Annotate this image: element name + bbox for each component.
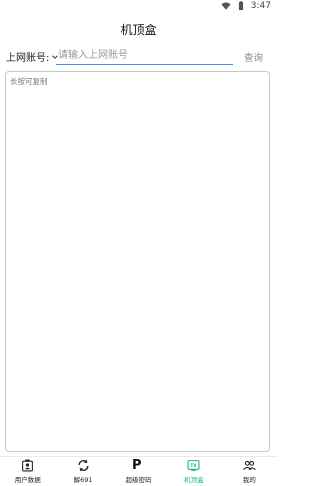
bottom-nav: 用户数据 解691 P 超级密码 TV 机顶盒 我的 [0, 456, 277, 486]
page-title: 机顶盒 [120, 22, 157, 37]
nav-label: 我的 [242, 476, 256, 484]
status-icons: 3:47 [221, 1, 271, 11]
nav-label: 机顶盒 [184, 476, 204, 484]
app-header: 机顶盒 [0, 14, 277, 44]
nav-label: 用户数据 [14, 476, 41, 484]
svg-text:TV: TV [191, 463, 198, 469]
status-bar: 3:47 [0, 0, 277, 14]
refresh-icon [78, 459, 89, 472]
nav-item-super-password[interactable]: P 超级密码 [111, 457, 166, 486]
nav-item-set-top-box[interactable]: TV 机顶盒 [166, 457, 221, 486]
result-hint: 长按可复制 [10, 77, 48, 86]
nav-label: 解691 [73, 476, 93, 484]
search-row: 上网账号: 查询 [0, 47, 277, 67]
wifi-icon [221, 2, 231, 10]
nav-item-user-data[interactable]: 用户数据 [0, 457, 55, 486]
result-textarea[interactable]: 长按可复制 [5, 71, 270, 452]
account-type-select[interactable]: 上网账号: [6, 49, 59, 64]
nav-item-unlock-691[interactable]: 解691 [55, 457, 110, 486]
account-input[interactable] [56, 47, 233, 65]
nav-item-mine[interactable]: 我的 [222, 457, 277, 486]
status-time: 3:47 [250, 1, 271, 11]
battery-icon [238, 1, 243, 11]
p-icon: P [132, 458, 142, 473]
people-icon [242, 460, 256, 471]
query-button[interactable]: 查询 [244, 50, 263, 64]
nav-label: 超级密码 [125, 476, 152, 484]
account-type-label: 上网账号: [6, 53, 50, 64]
tv-icon: TV [187, 460, 200, 471]
user-data-icon [22, 459, 34, 472]
